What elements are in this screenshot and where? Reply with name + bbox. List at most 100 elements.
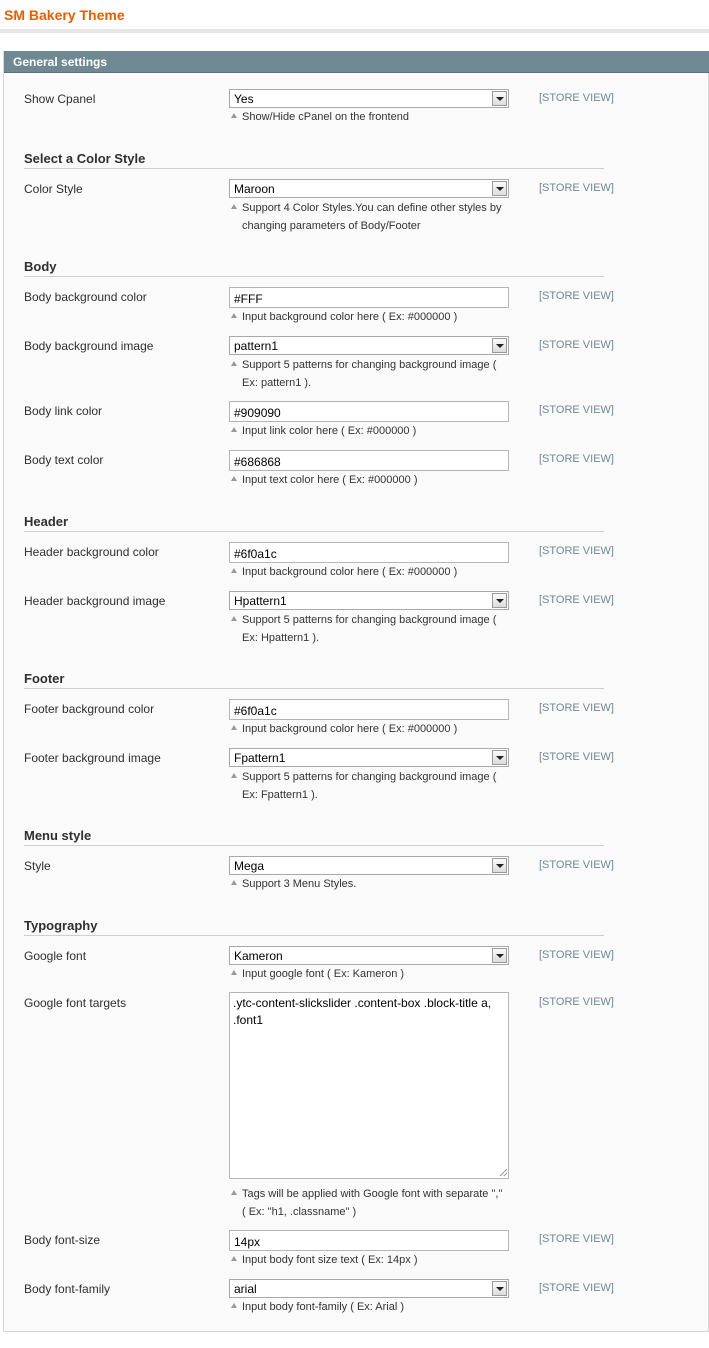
header-bg-image-label: Header background image <box>24 594 166 608</box>
body-bg-color-input[interactable] <box>229 287 509 308</box>
section-title: Body <box>24 259 57 274</box>
triangle-up-icon <box>231 880 237 885</box>
color-style-select[interactable]: Maroon <box>229 179 509 198</box>
triangle-up-icon <box>231 427 237 432</box>
triangle-up-icon <box>231 1256 237 1261</box>
section-header: Header <box>24 514 604 532</box>
scope-label: [STORE VIEW] <box>539 751 614 763</box>
section-typography: Typography <box>24 918 604 936</box>
google-font-value: Kameron <box>234 949 283 963</box>
scope-label: [STORE VIEW] <box>539 859 614 871</box>
color-style-note-line-1: Support 4 Color Styles.You can define ot… <box>242 202 502 214</box>
footer-bg-image-select[interactable]: Fpattern1 <box>229 748 509 767</box>
body-text-color-input[interactable] <box>229 450 509 471</box>
google-font-targets-textarea[interactable]: .ytc-content-slickslider .content-box .b… <box>229 992 509 1179</box>
body-font-family-value: arial <box>234 1282 257 1296</box>
chevron-down-icon[interactable] <box>492 948 507 963</box>
show-cpanel-label: Show Cpanel <box>24 92 96 106</box>
body-bg-image-value: pattern1 <box>234 339 279 353</box>
menu-style-value: Mega <box>234 859 265 873</box>
section-title: Menu style <box>24 828 92 843</box>
scope-label: [STORE VIEW] <box>539 1233 614 1245</box>
page-title: SM Bakery Theme <box>4 7 125 23</box>
header-bg-color-input[interactable] <box>229 542 509 563</box>
triangle-up-icon <box>231 1190 237 1195</box>
footer-bg-image-note-line-1: Support 5 patterns for changing backgrou… <box>242 771 497 783</box>
body-font-family-select[interactable]: arial <box>229 1279 509 1298</box>
show-cpanel-select[interactable]: Yes <box>229 89 509 108</box>
menu-style-note: Support 3 Menu Styles. <box>242 878 357 890</box>
header-bg-image-note-line-2: Ex: Hpattern1 ). <box>242 632 320 644</box>
body-bg-image-note-line-2: Ex: pattern1 ). <box>242 377 312 389</box>
body-font-family-note: Input body font-family ( Ex: Arial ) <box>242 1301 405 1313</box>
chevron-down-icon[interactable] <box>492 858 507 873</box>
section-color-style: Select a Color Style <box>24 151 604 169</box>
google-font-targets-label: Google font targets <box>24 996 127 1010</box>
triangle-up-icon <box>231 313 237 318</box>
resize-grip-icon[interactable] <box>499 1168 508 1177</box>
chevron-down-icon[interactable] <box>492 181 507 196</box>
scope-label: [STORE VIEW] <box>539 453 614 465</box>
scope-label: [STORE VIEW] <box>539 949 614 961</box>
scope-label: [STORE VIEW] <box>539 339 614 351</box>
show-cpanel-value: Yes <box>234 92 254 106</box>
section-title: Select a Color Style <box>24 151 146 166</box>
menu-style-select[interactable]: Mega <box>229 856 509 875</box>
section-body: Body <box>24 259 604 277</box>
body-bg-color-note: Input background color here ( Ex: #00000… <box>242 311 458 323</box>
body-font-size-note: Input body font size text ( Ex: 14px ) <box>242 1254 418 1266</box>
scope-label: [STORE VIEW] <box>539 404 614 416</box>
section-footer: Footer <box>24 671 604 689</box>
triangle-up-icon <box>231 204 237 209</box>
body-font-size-label: Body font-size <box>24 1233 101 1247</box>
chevron-down-icon[interactable] <box>492 1281 507 1296</box>
body-font-size-input[interactable] <box>229 1230 509 1251</box>
triangle-up-icon <box>231 1303 237 1308</box>
footer-bg-color-input[interactable] <box>229 699 509 720</box>
footer-bg-color-note: Input background color here ( Ex: #00000… <box>242 723 458 735</box>
footer-bg-image-label: Footer background image <box>24 751 161 765</box>
chevron-down-icon[interactable] <box>492 338 507 353</box>
triangle-up-icon <box>231 361 237 366</box>
scope-label: [STORE VIEW] <box>539 545 614 557</box>
scope-label: [STORE VIEW] <box>539 290 614 302</box>
triangle-up-icon <box>231 725 237 730</box>
chevron-down-icon[interactable] <box>492 91 507 106</box>
title-divider <box>0 29 709 33</box>
body-bg-color-label: Body background color <box>24 290 147 304</box>
footer-bg-image-value: Fpattern1 <box>234 751 286 765</box>
section-title: Footer <box>24 671 65 686</box>
header-bg-image-note-line-1: Support 5 patterns for changing backgrou… <box>242 614 497 626</box>
footer-bg-color-label: Footer background color <box>24 702 155 716</box>
chevron-down-icon[interactable] <box>492 750 507 765</box>
footer-bg-image-note-line-2: Ex: Fpattern1 ). <box>242 789 318 801</box>
google-font-note: Input google font ( Ex: Kameron ) <box>242 968 405 980</box>
scope-label: [STORE VIEW] <box>539 594 614 606</box>
google-font-label: Google font <box>24 949 87 963</box>
body-link-color-note: Input link color here ( Ex: #000000 ) <box>242 425 417 437</box>
google-font-targets-note-line-1: Tags will be applied with Google font wi… <box>242 1188 503 1200</box>
color-style-note-line-2: changing parameters of Body/Footer <box>242 220 421 232</box>
body-link-color-label: Body link color <box>24 404 103 418</box>
header-bg-color-label: Header background color <box>24 545 159 559</box>
body-link-color-input[interactable] <box>229 401 509 422</box>
body-text-color-label: Body text color <box>24 453 104 467</box>
scope-label: [STORE VIEW] <box>539 996 614 1008</box>
chevron-down-icon[interactable] <box>492 593 507 608</box>
triangle-up-icon <box>231 616 237 621</box>
body-bg-image-select[interactable]: pattern1 <box>229 336 509 355</box>
google-font-targets-note-line-2: ( Ex: "h1, .classname" ) <box>242 1206 357 1218</box>
section-menu-style: Menu style <box>24 828 604 846</box>
scope-label: [STORE VIEW] <box>539 182 614 194</box>
body-font-family-label: Body font-family <box>24 1282 111 1296</box>
header-bg-image-value: Hpattern1 <box>234 594 287 608</box>
google-font-select[interactable]: Kameron <box>229 946 509 965</box>
header-bg-color-note: Input background color here ( Ex: #00000… <box>242 566 458 578</box>
header-bg-image-select[interactable]: Hpattern1 <box>229 591 509 610</box>
triangle-up-icon <box>231 113 237 118</box>
panel-header[interactable]: General settings <box>4 51 709 73</box>
section-title: Typography <box>24 918 98 933</box>
body-bg-image-note-line-1: Support 5 patterns for changing backgrou… <box>242 359 497 371</box>
triangle-up-icon <box>231 970 237 975</box>
body-bg-image-label: Body background image <box>24 339 154 353</box>
